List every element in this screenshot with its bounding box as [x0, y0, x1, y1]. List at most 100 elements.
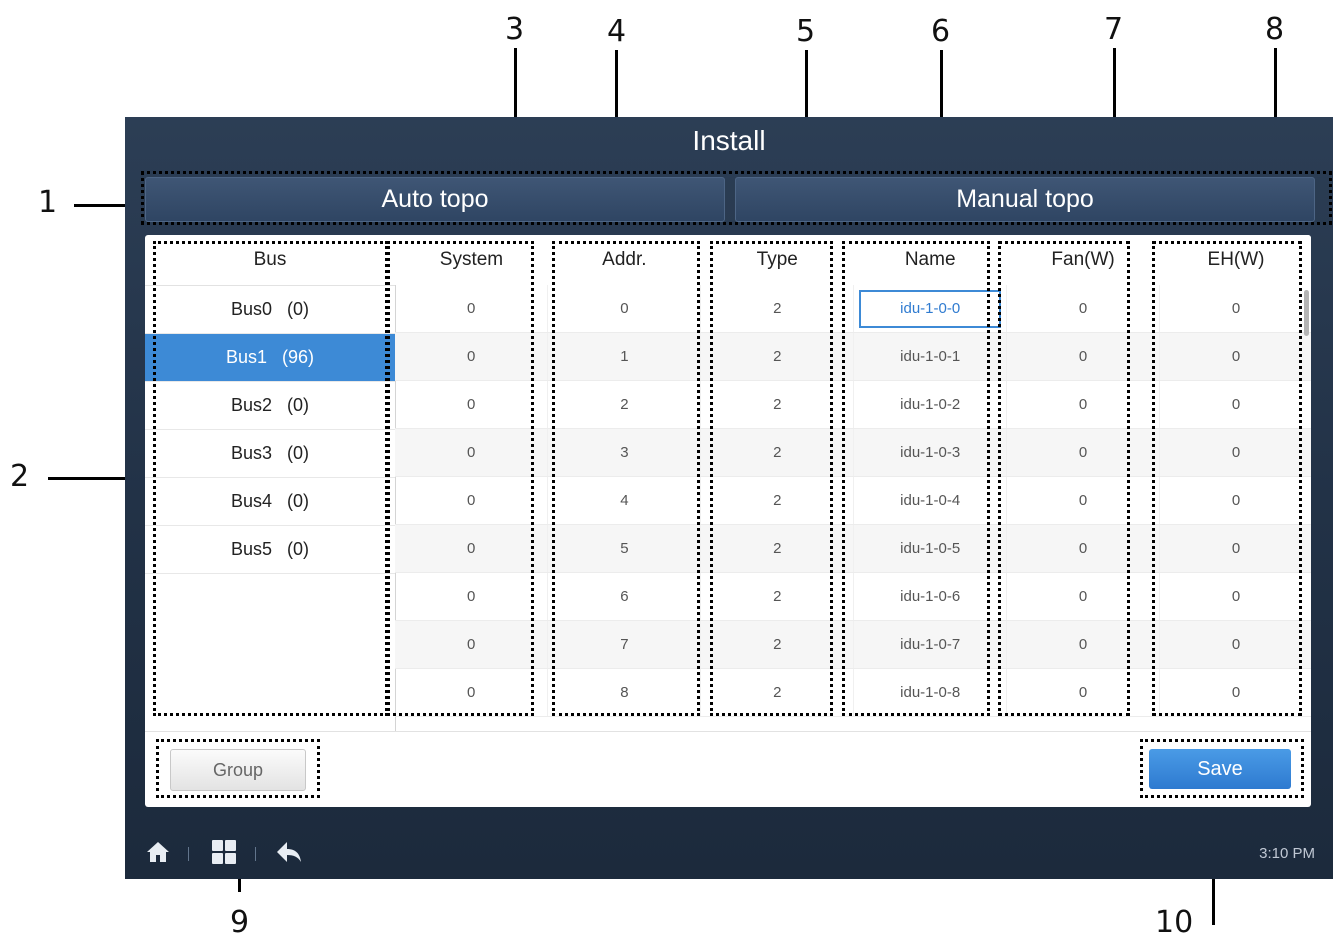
save-button[interactable]: Save: [1149, 749, 1291, 789]
divider: [145, 731, 1311, 732]
cell-fan: 0: [1006, 524, 1161, 573]
cell-system: 0: [395, 620, 549, 669]
callout-5: 5: [796, 14, 816, 49]
bus-item-4[interactable]: Bus4 (0): [145, 478, 395, 526]
home-icon[interactable]: [145, 839, 171, 870]
cell-type: 2: [700, 380, 855, 429]
cell-eh: 0: [1159, 572, 1311, 621]
footer-separator: [188, 847, 189, 861]
bus-item-0[interactable]: Bus0 (0): [145, 286, 395, 334]
table-row[interactable]: 0 5 2 idu-1-0-5 0 0: [395, 524, 1311, 573]
cell-name[interactable]: idu-1-0-2: [853, 380, 1008, 429]
cell-eh: 0: [1159, 380, 1311, 429]
cell-system: 0: [395, 668, 549, 717]
cell-addr: 1: [547, 332, 702, 381]
cell-addr: 8: [547, 668, 702, 717]
cell-name[interactable]: idu-1-0-1: [853, 332, 1008, 381]
cell-name[interactable]: idu-1-0-7: [853, 620, 1008, 669]
cell-system: 0: [395, 428, 549, 477]
cell-type: 2: [700, 285, 855, 333]
cell-addr: 2: [547, 380, 702, 429]
table-row[interactable]: 0 1 2 idu-1-0-1 0 0: [395, 332, 1311, 381]
cell-type: 2: [700, 620, 855, 669]
cell-fan: 0: [1006, 285, 1161, 333]
cell-type: 2: [700, 668, 855, 717]
table-scrollbar[interactable]: [1304, 290, 1309, 336]
cell-fan: 0: [1006, 668, 1161, 717]
cell-eh: 0: [1159, 285, 1311, 333]
cell-system: 0: [395, 380, 549, 429]
column-header-type: Type: [700, 235, 854, 285]
callout-9: 9: [230, 905, 250, 940]
column-header-name: Name: [853, 235, 1007, 285]
cell-system: 0: [395, 572, 549, 621]
cell-name[interactable]: idu-1-0-6: [853, 572, 1008, 621]
footer-separator: [255, 847, 256, 861]
tab-manual-topo[interactable]: Manual topo: [735, 177, 1315, 222]
unit-table: System Addr. Type Name Fan(W) EH(W) 002i…: [395, 235, 1311, 731]
grid-icon[interactable]: [211, 839, 237, 870]
cell-system: 0: [395, 476, 549, 525]
column-header-eh: EH(W): [1159, 235, 1311, 285]
cell-name[interactable]: idu-1-0-5: [853, 524, 1008, 573]
callout-1: 1: [38, 185, 58, 220]
clock: 3:10 PM: [1259, 845, 1315, 862]
column-header-fan: Fan(W): [1006, 235, 1160, 285]
table-row[interactable]: 0 7 2 idu-1-0-7 0 0: [395, 620, 1311, 669]
table-row[interactable]: 0 6 2 idu-1-0-6 0 0: [395, 572, 1311, 621]
cell-addr: 3: [547, 428, 702, 477]
column-header-system: System: [395, 235, 548, 285]
cell-type: 2: [700, 476, 855, 525]
cell-addr: 5: [547, 524, 702, 573]
cell-fan: 0: [1006, 572, 1161, 621]
topo-tab-bar: Auto topo Manual topo: [145, 177, 1315, 222]
bus-item-3[interactable]: Bus3 (0): [145, 430, 395, 478]
cell-eh: 0: [1159, 332, 1311, 381]
table-row[interactable]: 0 3 2 idu-1-0-3 0 0: [395, 428, 1311, 477]
cell-addr: 7: [547, 620, 702, 669]
cell-name[interactable]: idu-1-0-8: [853, 668, 1008, 717]
callout-3: 3: [505, 12, 525, 47]
cell-fan: 0: [1006, 620, 1161, 669]
column-header-addr: Addr.: [547, 235, 701, 285]
callout-8: 8: [1265, 12, 1285, 47]
callout-2: 2: [10, 459, 30, 494]
cell-eh: 0: [1159, 524, 1311, 573]
callout-10: 10: [1155, 905, 1194, 940]
topology-panel: Bus Bus0 (0) Bus1 (96) Bus2 (0) Bus3 (0)…: [145, 235, 1311, 807]
bus-item-2[interactable]: Bus2 (0): [145, 382, 395, 430]
cell-name[interactable]: idu-1-0-4: [853, 476, 1008, 525]
back-icon[interactable]: [275, 839, 303, 870]
cell-fan: 0: [1006, 332, 1161, 381]
cell-type: 2: [700, 332, 855, 381]
table-row[interactable]: 0 4 2 idu-1-0-4 0 0: [395, 476, 1311, 525]
cell-fan: 0: [1006, 380, 1161, 429]
bus-list: Bus Bus0 (0) Bus1 (96) Bus2 (0) Bus3 (0)…: [145, 235, 396, 731]
bus-item-5[interactable]: Bus5 (0): [145, 526, 395, 574]
cell-addr: 4: [547, 476, 702, 525]
name-edit-field[interactable]: idu-1-0-0: [859, 289, 1002, 328]
group-button[interactable]: Group: [170, 749, 306, 791]
cell-addr: 0: [547, 285, 702, 333]
bus-header: Bus: [145, 235, 395, 286]
cell-type: 2: [700, 524, 855, 573]
cell-type: 2: [700, 428, 855, 477]
cell-eh: 0: [1159, 476, 1311, 525]
install-screen: Install Auto topo Manual topo Bus Bus0 (…: [125, 117, 1333, 879]
table-row[interactable]: 0 2 2 idu-1-0-2 0 0: [395, 380, 1311, 429]
callout-6: 6: [931, 14, 951, 49]
cell-fan: 0: [1006, 428, 1161, 477]
cell-type: 2: [700, 572, 855, 621]
table-row[interactable]: 0 8 2 idu-1-0-8 0 0: [395, 668, 1311, 717]
footer-bar: 3:10 PM: [125, 827, 1333, 879]
cell-eh: 0: [1159, 428, 1311, 477]
cell-name[interactable]: idu-1-0-3: [853, 428, 1008, 477]
cell-eh: 0: [1159, 668, 1311, 717]
callout-4: 4: [607, 14, 627, 49]
cell-addr: 6: [547, 572, 702, 621]
cell-fan: 0: [1006, 476, 1161, 525]
table-row[interactable]: 0 0 2 idu-1-0-0 0 0: [395, 285, 1311, 333]
tab-auto-topo[interactable]: Auto topo: [145, 177, 725, 222]
bus-item-1[interactable]: Bus1 (96): [145, 334, 395, 382]
cell-eh: 0: [1159, 620, 1311, 669]
